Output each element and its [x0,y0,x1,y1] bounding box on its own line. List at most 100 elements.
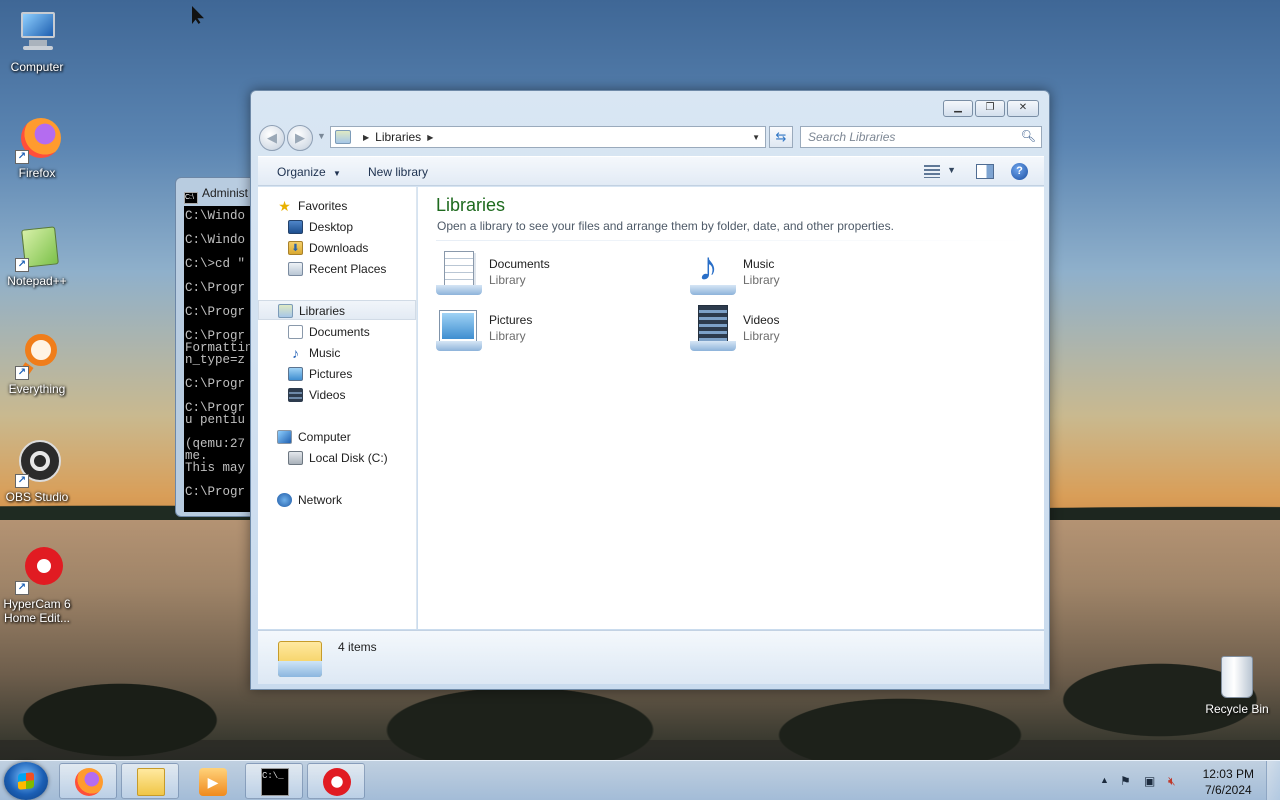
library-name: Videos [743,313,780,327]
navigation-bar: ◀ ▶ ▼ ▶ Libraries ▶ ▼ ⇆ Search Libraries… [259,125,1043,151]
desktop-icon-label: HyperCam 6 Home Edit... [3,597,71,625]
videos-icon [288,388,303,402]
divider [436,240,1030,241]
documents-icon [436,249,484,297]
obs-icon: ↗ [13,440,61,488]
shortcut-arrow-icon: ↗ [15,150,29,164]
chevron-right-icon[interactable]: ▶ [363,133,369,142]
desktop-icon-obs[interactable]: ↗ OBS Studio [0,440,74,504]
library-type: Library [743,273,780,287]
address-bar[interactable]: ▶ Libraries ▶ ▼ [330,126,766,148]
start-button[interactable] [4,762,48,800]
close-button[interactable]: ✕ [1007,100,1039,117]
address-dropdown-icon[interactable]: ▼ [752,133,760,142]
desktop-icon-label: Everything [8,382,66,396]
music-icon: ♪ [690,245,738,297]
library-documents[interactable]: Documents Library [436,247,676,297]
clock-time: 12:03 PM [1202,767,1254,781]
taskbar-cmd[interactable]: C:\_ [245,763,303,799]
back-button[interactable]: ◀ [259,125,285,151]
hypercam-icon [323,768,351,796]
nav-network[interactable]: Network [258,490,416,510]
library-music[interactable]: ♪ Music Library [690,245,930,297]
nav-label: Computer [298,430,351,444]
nav-videos[interactable]: Videos [258,385,416,405]
help-icon[interactable]: ? [1011,163,1028,180]
nav-favorites[interactable]: ★ Favorites [258,196,416,216]
cmd-title: Administ [202,186,249,200]
taskbar-explorer[interactable] [121,763,179,799]
command-bar: Organize ▼ New library ▼ ? [258,156,1044,186]
everything-icon: ↗ [13,332,61,380]
library-videos[interactable]: Videos Library [690,303,930,353]
clock-date: 7/6/2024 [1204,783,1252,797]
clock[interactable]: 12:03 PM 7/6/2024 [1203,766,1254,798]
desktop-icon-computer[interactable]: Computer [0,10,74,74]
show-hidden-icons-icon[interactable]: ▲ [1100,775,1109,785]
nav-downloads[interactable]: ⬇ Downloads [258,238,416,258]
shortcut-arrow-icon: ↗ [15,258,29,272]
nav-computer[interactable]: Computer [258,427,416,447]
change-view-icon[interactable] [924,165,940,178]
libraries-icon [335,130,351,144]
desktop-icon-hypercam[interactable]: ↗ HyperCam 6 Home Edit... [0,547,74,625]
nav-label: Music [309,346,341,360]
firefox-icon: ↗ [13,116,61,164]
search-placeholder: Search Libraries [808,130,896,144]
nav-documents[interactable]: Documents [258,322,416,342]
cmd-icon: C:\_ [261,768,289,796]
desktop-icon-firefox[interactable]: ↗ Firefox [0,116,74,180]
chevron-right-icon[interactable]: ▶ [427,133,433,142]
desktop-icon-recycle-bin[interactable]: Recycle Bin [1202,656,1272,716]
action-center-flag-icon[interactable]: ⚑ [1120,774,1131,788]
search-icon[interactable]: 🔍︎ [1021,129,1036,143]
desktop-icon-notepadpp[interactable]: ↗ Notepad++ [0,224,74,288]
maximize-button[interactable]: ❐ [975,100,1005,117]
videos-icon [690,305,738,353]
documents-icon [288,325,303,339]
minimize-button[interactable]: ▁ [943,100,973,117]
show-desktop-button[interactable] [1266,761,1280,800]
desktop-icon-label: Recycle Bin [1205,702,1269,716]
preview-pane-icon[interactable] [976,164,994,179]
nav-music[interactable]: ♪ Music [258,343,416,363]
downloads-icon: ⬇ [288,241,303,255]
page-description: Open a library to see your files and arr… [437,219,894,233]
refresh-button[interactable]: ⇆ [769,126,793,148]
breadcrumb-libraries[interactable]: Libraries [375,130,421,144]
organize-button[interactable]: Organize ▼ [277,165,341,179]
network-icon[interactable]: ▣ [1144,774,1155,788]
recent-pages-dropdown[interactable]: ▼ [317,131,326,141]
nav-libraries[interactable]: Libraries [258,300,416,320]
nav-label: Videos [309,388,346,402]
nav-label: Desktop [309,220,354,234]
libraries-icon [278,304,293,318]
desktop-icon-label: Notepad++ [7,274,67,288]
nav-label: Network [298,493,343,507]
library-name: Documents [489,257,550,271]
desktop-icon-label: OBS Studio [5,490,69,504]
search-input[interactable]: Search Libraries 🔍︎ [800,126,1042,148]
nav-recent-places[interactable]: Recent Places [258,259,416,279]
taskbar-hypercam[interactable] [307,763,365,799]
desktop-icon-label: Computer [10,60,64,74]
taskbar-firefox[interactable] [59,763,117,799]
view-options-dropdown[interactable]: ▼ [947,165,956,175]
desktop-icon [288,220,303,234]
volume-muted-icon[interactable]: 🔇︎ [1168,774,1176,789]
nav-desktop[interactable]: Desktop [258,217,416,237]
nav-label: Documents [309,325,370,339]
nav-pictures[interactable]: Pictures [258,364,416,384]
nav-local-disk[interactable]: Local Disk (C:) [258,448,416,468]
library-type: Library [489,273,526,287]
nav-label: Recent Places [309,262,387,276]
forward-button[interactable]: ▶ [287,125,313,151]
taskbar-media-player[interactable]: ▶ [183,763,241,799]
nav-label: Libraries [299,304,346,318]
new-library-button[interactable]: New library [368,165,428,179]
new-library-label: New library [368,165,429,179]
library-pictures[interactable]: Pictures Library [436,303,676,353]
explorer-window[interactable]: ▁ ❐ ✕ ◀ ▶ ▼ ▶ Libraries ▶ ▼ ⇆ Search Lib… [250,90,1050,690]
desktop-icon-everything[interactable]: ↗ Everything [0,332,74,396]
library-name: Pictures [489,313,533,327]
